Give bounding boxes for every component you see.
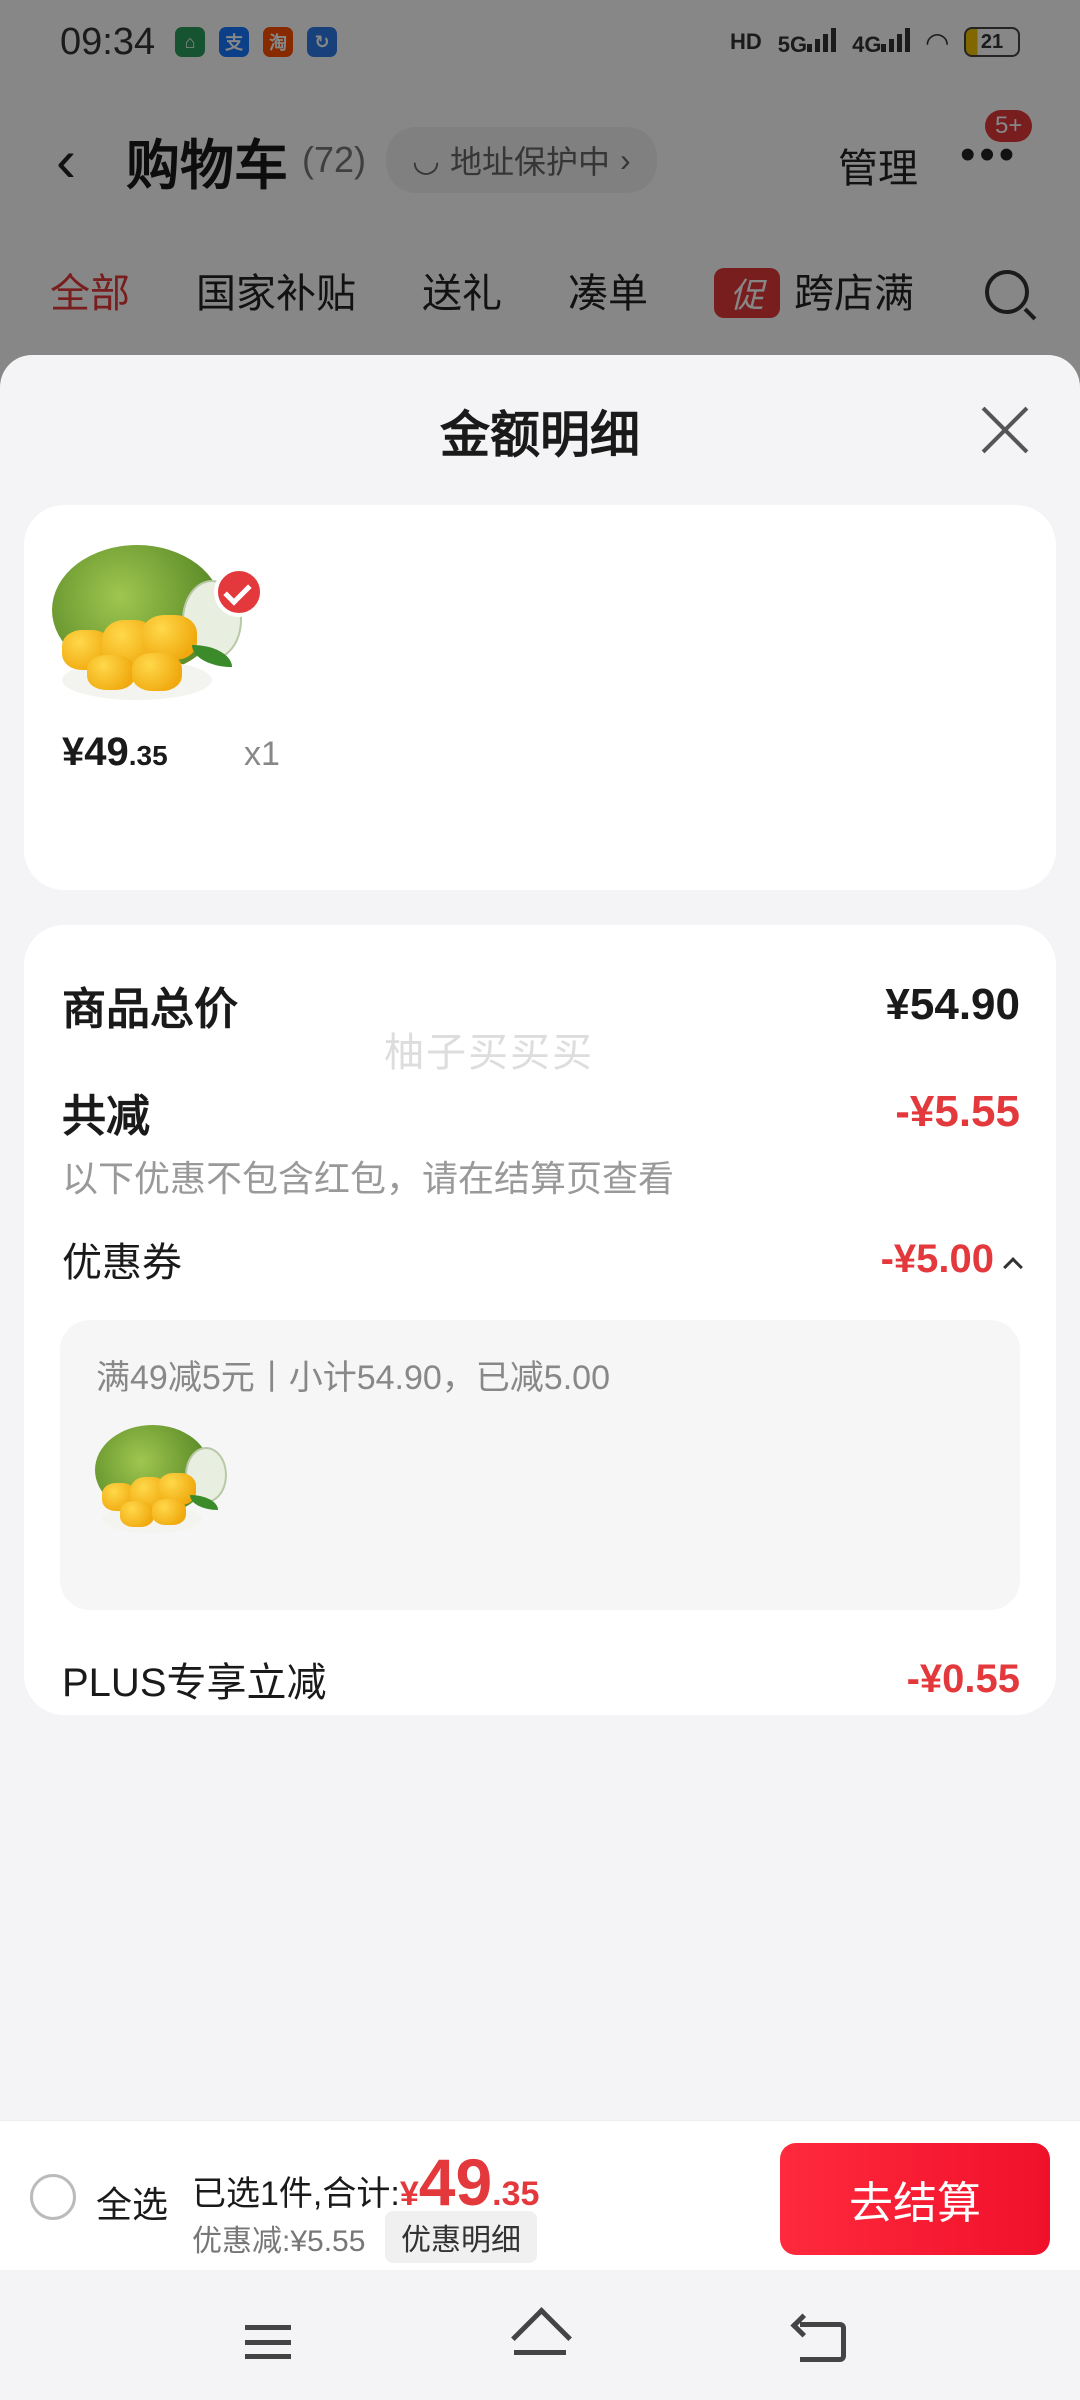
product-price: ¥49.35 — [62, 730, 168, 774]
discount-value: -¥5.55 — [895, 1087, 1020, 1136]
watermark: 柚子买买买 — [384, 1031, 594, 1075]
product-quantity: x1 — [244, 735, 280, 773]
discount-detail-button[interactable]: 优惠明细 — [385, 2211, 537, 2263]
back-icon[interactable] — [800, 2322, 846, 2362]
total-decimal: .35 — [492, 2175, 540, 2213]
coupon-label: 优惠券 — [62, 1241, 182, 1285]
close-icon[interactable] — [980, 405, 1030, 455]
plus-discount-label: PLUS专享立减 — [62, 1661, 327, 1705]
discount-note: 以下优惠不包含红包，请在结算页查看 — [62, 1158, 675, 1199]
chevron-up-icon[interactable] — [1003, 1257, 1023, 1278]
coupon-value: -¥5.00 — [880, 1236, 994, 1281]
select-all-radio[interactable] — [30, 2174, 76, 2220]
selected-total: 已选1件,合计: ¥ 49 .35 — [192, 2149, 539, 2215]
system-nav-bar — [0, 2270, 1080, 2400]
product-card: ¥49.35 x1 — [24, 505, 1056, 890]
selected-check-icon — [214, 567, 264, 617]
currency-symbol: ¥ — [399, 2175, 419, 2213]
coupon-detail-text: 满49减5元丨小计54.90，已减5.00 — [96, 1359, 610, 1397]
plus-discount-row: PLUS专享立减 -¥0.55 — [62, 1650, 1020, 1708]
discount-label: 共减 — [62, 1092, 150, 1141]
coupon-detail-box: 满49减5元丨小计54.90，已减5.00 — [60, 1320, 1020, 1610]
menu-icon[interactable] — [245, 2325, 291, 2359]
home-icon[interactable] — [512, 2314, 568, 2360]
checkout-button[interactable]: 去结算 — [780, 2143, 1050, 2255]
total-amount: 49 — [418, 2145, 493, 2219]
select-all-label[interactable]: 全选 — [96, 2176, 168, 2228]
discount-row: 共减 -¥5.55 — [62, 1080, 1020, 1144]
price-breakdown-card: 商品总价 ¥54.90 共减 -¥5.55 以下优惠不包含红包，请在结算页查看 … — [24, 925, 1056, 1715]
coupon-value-group: -¥5.00 — [880, 1236, 1023, 1282]
sheet-title: 金额明细 — [440, 407, 640, 463]
checkout-bar: 全选 已选1件,合计: ¥ 49 .35 优惠减:¥5.55 优惠明细 去结算 — [0, 2120, 1080, 2270]
plus-discount-value: -¥0.55 — [906, 1656, 1020, 1701]
coupon-row[interactable]: 优惠券 -¥5.00 — [62, 1230, 1023, 1288]
discount-summary: 优惠减:¥5.55 — [192, 2225, 366, 2258]
amount-detail-sheet: 金额明细 ¥49.35 x1 商品总价 ¥54.90 共减 -¥5.55 以下优… — [0, 355, 1080, 2400]
selected-count-text: 已选1件,合计: — [192, 2175, 400, 2213]
total-price-label: 商品总价 — [62, 985, 238, 1034]
total-price-value: ¥54.90 — [885, 980, 1020, 1029]
coupon-product-image — [90, 1425, 240, 1545]
